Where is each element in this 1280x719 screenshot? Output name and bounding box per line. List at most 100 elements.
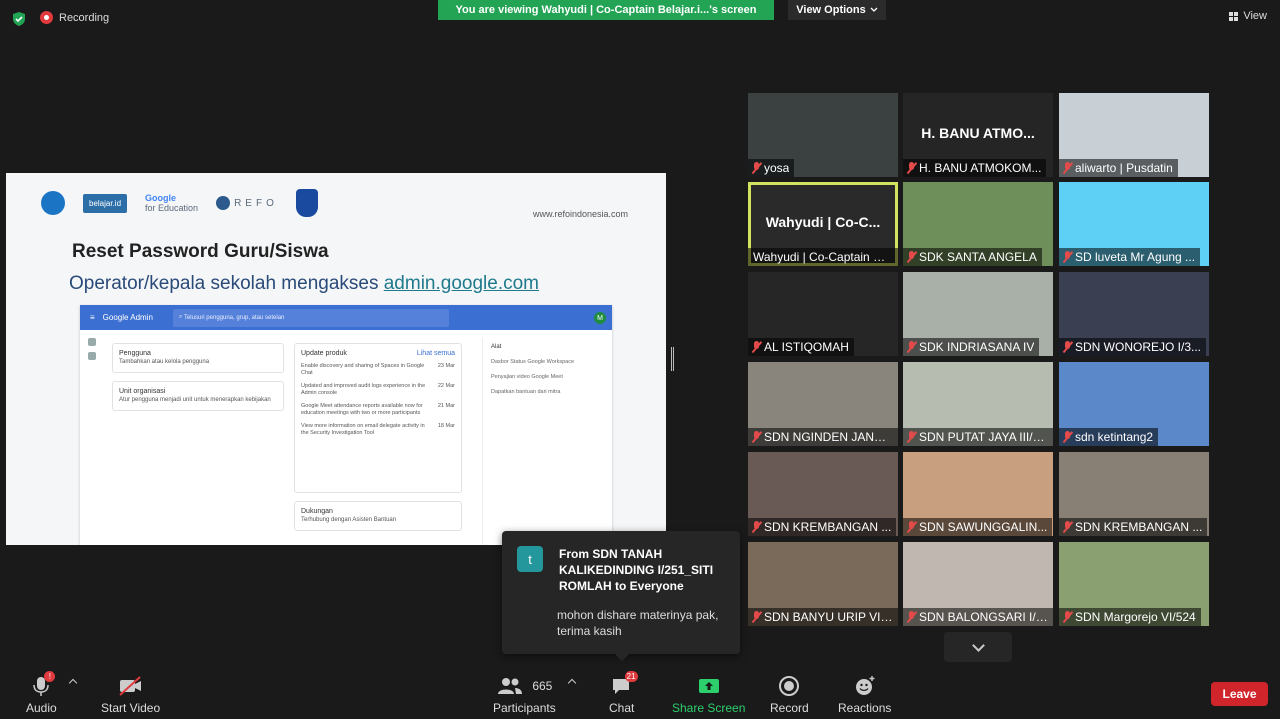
participant-tile[interactable]: SDN KREMBANGAN ... — [748, 452, 898, 536]
participant-name-label: SD luveta Mr Agung ... — [1059, 248, 1201, 266]
leave-button[interactable]: Leave — [1211, 682, 1268, 706]
tools-panel: Alat Dasbor Status Google Workspace Penya… — [482, 338, 612, 545]
audio-badge: ! — [44, 671, 56, 682]
muted-mic-icon — [752, 611, 761, 623]
viewing-screen-banner: You are viewing Wahyudi | Co-Captain Bel… — [438, 0, 774, 20]
admin-google-link: admin.google.com — [383, 273, 539, 294]
participant-name-label: SDN SAWUNGGALIN... — [903, 518, 1053, 536]
participant-tile[interactable]: SDN KREMBANGAN ... — [1059, 452, 1209, 536]
audio-button[interactable]: ! Audio — [26, 671, 57, 715]
card-users: Pengguna Tambahkan atau kelola pengguna — [112, 343, 284, 373]
card-product-updates: Update produk Lihat semua Enable discove… — [294, 343, 462, 493]
participant-tile[interactable]: Wahyudi | Co-C... Wahyudi | Co-Captain Be… — [748, 182, 898, 266]
participant-display-name: Wahyudi | Co-C... — [765, 214, 881, 230]
participant-tile[interactable]: SDK INDRIASANA IV — [903, 272, 1053, 356]
chat-notification[interactable]: t From SDN TANAH KALIKEDINDING I/251_SIT… — [502, 531, 740, 661]
record-label: Record — [770, 701, 809, 715]
belajar-id-logo: belajar.id — [83, 193, 128, 213]
reactions-label: Reactions — [838, 701, 892, 715]
participant-tile[interactable]: sdn ketintang2 — [1059, 362, 1209, 446]
participant-name-label: yosa — [748, 159, 795, 177]
participant-name: SDK INDRIASANA IV — [919, 340, 1035, 354]
participants-count: 665 — [532, 679, 553, 693]
participants-button[interactable]: 665 Participants — [493, 673, 556, 715]
participant-name: H. BANU ATMOKOM... — [919, 161, 1042, 175]
participant-name: SDN KREMBANGAN ... — [764, 520, 892, 534]
view-options-label: View Options — [796, 4, 866, 16]
participant-tile[interactable]: SDN BANYU URIP VI/... — [748, 542, 898, 626]
participants-label: Participants — [493, 701, 556, 715]
update-item: Enable discovery and sharing of Spaces i… — [301, 363, 455, 376]
participant-tile[interactable]: H. BANU ATMO... H. BANU ATMOKOM... — [903, 93, 1053, 177]
chat-badge: 21 — [624, 671, 638, 682]
participant-tile[interactable]: SDN BALONGSARI I/5... — [903, 542, 1053, 626]
admin-search-bar: ⌕ Telusuri pengguna, grup, atau setelan — [172, 308, 449, 327]
participant-name-label: Wahyudi | Co-Captain Be... — [748, 248, 898, 266]
muted-mic-icon — [1063, 251, 1072, 263]
participant-name: SDN PUTAT JAYA III/3... — [919, 430, 1048, 444]
participant-tile[interactable]: SDN Margorejo VI/524 — [1059, 542, 1209, 626]
start-video-button[interactable]: Start Video — [101, 673, 160, 715]
shared-screen[interactable]: belajar.id Google for Education REFO www.… — [6, 173, 666, 545]
participant-name: sdn ketintang2 — [1075, 430, 1154, 444]
muted-mic-icon — [752, 162, 761, 174]
tool-item: Penyajian video Google Meet — [491, 374, 563, 380]
chevron-down-icon — [870, 7, 878, 12]
muted-mic-icon — [752, 341, 761, 353]
muted-mic-icon — [1063, 431, 1072, 443]
participant-tile[interactable]: SDK SANTA ANGELA — [903, 182, 1053, 266]
menu-icon: ≡ — [90, 313, 95, 322]
muted-mic-icon — [907, 251, 916, 263]
participant-tile[interactable]: SD luveta Mr Agung ... — [1059, 182, 1209, 266]
kemdikbud-logo — [41, 191, 65, 215]
recording-label: Recording — [59, 11, 110, 24]
share-screen-label: Share Screen — [672, 701, 746, 715]
participant-tile[interactable]: aliwarto | Pusdatin — [1059, 93, 1209, 177]
split-handle[interactable] — [671, 347, 674, 371]
home-icon — [88, 338, 96, 346]
microphone-icon: ! — [32, 671, 56, 699]
refo-icon — [216, 196, 231, 210]
participants-options-caret[interactable] — [567, 678, 577, 688]
participant-tile[interactable]: SDN WONOREJO I/3... — [1059, 272, 1209, 356]
share-screen-icon — [697, 673, 721, 699]
participant-name-label: AL ISTIQOMAH — [748, 338, 854, 356]
participant-name-label: SDN BALONGSARI I/5... — [903, 608, 1053, 626]
recording-indicator[interactable]: Recording — [40, 11, 109, 24]
participant-tile[interactable]: SDN SAWUNGGALIN... — [903, 452, 1053, 536]
participant-tile[interactable]: AL ISTIQOMAH — [748, 272, 898, 356]
chat-button[interactable]: 21 Chat — [609, 671, 638, 715]
card-support: Dukungan Terhubung dengan Asisten Bantuan — [294, 501, 462, 531]
tools-list: Dasbor Status Google Workspace Penyajian … — [491, 359, 604, 395]
share-screen-button[interactable]: Share Screen — [672, 673, 745, 715]
gallery-next-page-button[interactable] — [944, 632, 1012, 662]
zoom-window: Recording You are viewing Wahyudi | Co-C… — [0, 0, 1280, 719]
google-for-education-logo: Google for Education — [145, 193, 199, 213]
participant-tile[interactable]: SDN PUTAT JAYA III/3... — [903, 362, 1053, 446]
muted-mic-icon — [907, 431, 916, 443]
admin-sidebar — [88, 338, 98, 368]
muted-mic-icon — [907, 162, 916, 174]
tool-item: Dapatkan bantuan dari mitra — [491, 389, 561, 395]
view-button[interactable]: View — [1229, 10, 1267, 22]
google-admin-screenshot: ≡ Google Admin ⌕ Telusuri pengguna, grup… — [80, 305, 612, 545]
security-shield-icon[interactable] — [11, 11, 27, 27]
reactions-button[interactable]: Reactions — [838, 673, 891, 715]
chat-sender-avatar: t — [517, 546, 543, 572]
muted-mic-icon — [907, 521, 916, 533]
video-off-icon — [118, 673, 144, 699]
view-options-button[interactable]: View Options — [788, 0, 886, 20]
update-item: Google Meet attendance reports available… — [301, 403, 455, 416]
record-button[interactable]: Record — [770, 673, 809, 715]
slide-url: www.refoindonesia.com — [532, 209, 628, 219]
participant-name: SDK SANTA ANGELA — [919, 250, 1037, 264]
participant-name-label: aliwarto | Pusdatin — [1059, 159, 1178, 177]
participant-tile[interactable]: SDN NGINDEN JANG... — [748, 362, 898, 446]
audio-options-caret[interactable] — [68, 678, 78, 688]
participant-name: AL ISTIQOMAH — [764, 340, 849, 354]
participant-name-label: H. BANU ATMOKOM... — [903, 159, 1047, 177]
participant-tile[interactable]: yosa — [748, 93, 898, 177]
chat-sender: From SDN TANAH KALIKEDINDING I/251_SITI … — [559, 547, 714, 593]
participant-name: aliwarto | Pusdatin — [1075, 161, 1173, 175]
participant-name-label: SDN Margorejo VI/524 — [1059, 608, 1201, 626]
